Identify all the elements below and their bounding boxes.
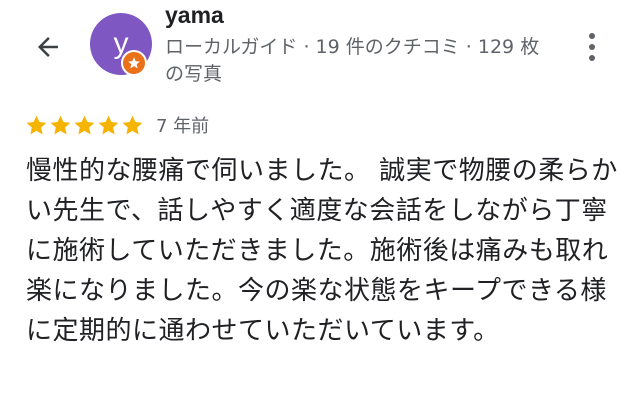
local-guide-badge: [121, 50, 147, 76]
reviewer-name[interactable]: yama: [165, 2, 224, 29]
more-options-button[interactable]: [578, 27, 606, 67]
star-icon: [98, 115, 119, 134]
rating-row: 7 年前: [25, 110, 209, 140]
star-rating: [25, 114, 144, 137]
reviewer-meta: ローカルガイド · 19 件のクチコミ · 129 枚の写真: [165, 36, 540, 85]
star-icon: [50, 115, 71, 134]
review-date: 7 年前: [156, 116, 210, 137]
back-button[interactable]: [28, 27, 68, 67]
review-text: 慢性的な腰痛で伺いました。 誠実で物腰の柔らかい先生で、話しやすく適度な会話をし…: [26, 156, 618, 346]
local-guide-star-icon: [128, 57, 140, 69]
more-vert-icon: [589, 33, 595, 61]
star-icon: [74, 115, 95, 134]
star-icon: [122, 115, 143, 134]
arrow-back-icon: [38, 37, 58, 57]
star-icon: [26, 115, 47, 134]
